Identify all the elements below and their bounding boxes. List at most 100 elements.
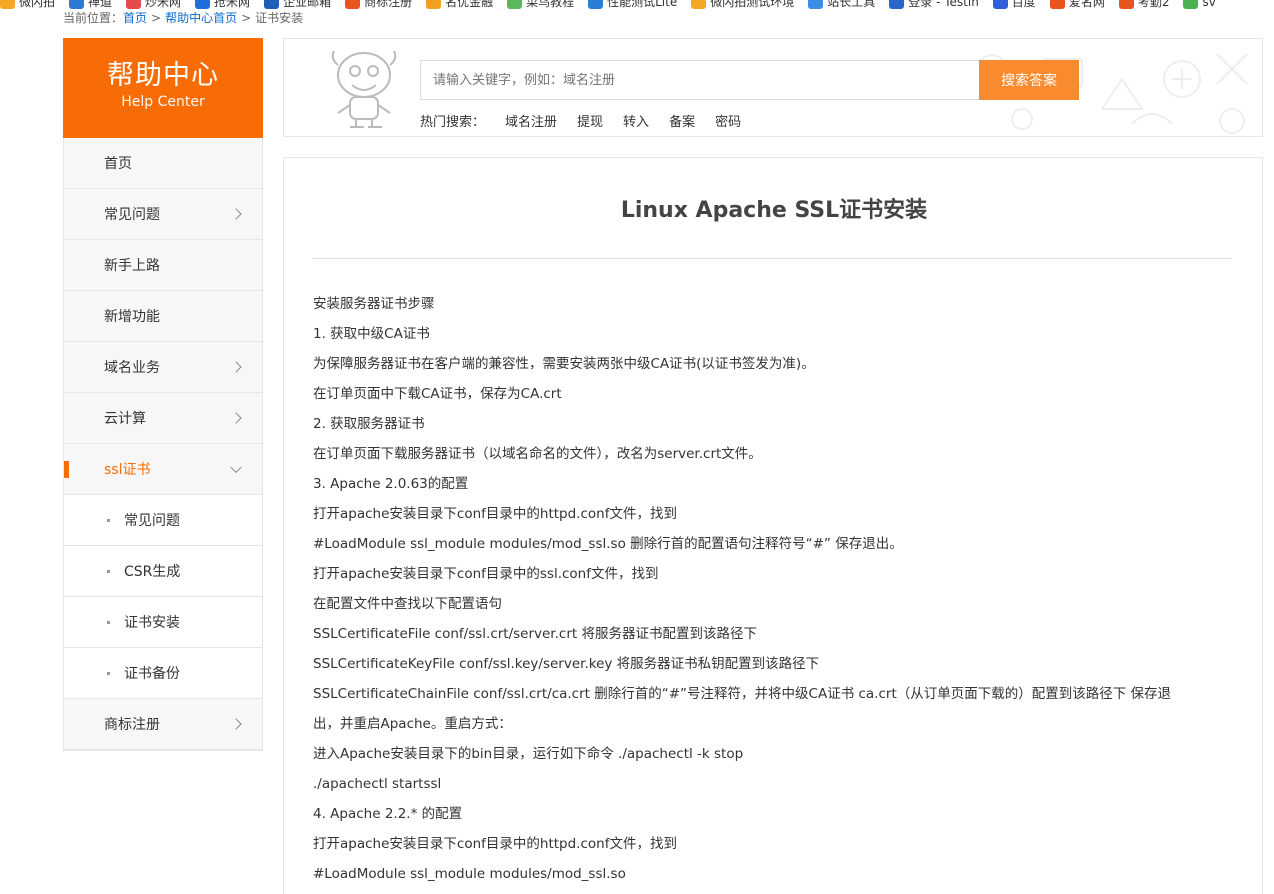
bullet-icon: [107, 570, 110, 573]
article-paragraph: 3. Apache 2.0.63的配置: [313, 476, 469, 492]
bookmark-label: 炒米网: [145, 0, 182, 9]
bookmark-label: 菜鸟教程: [526, 0, 575, 9]
sidebar-item-ssl[interactable]: ssl证书: [64, 444, 262, 495]
sidebar-item-faq[interactable]: 常见问题: [64, 189, 262, 240]
breadcrumb-home-link[interactable]: 首页: [123, 12, 147, 24]
sidebar-item-home[interactable]: 首页: [64, 138, 262, 189]
aiming-icon: [1049, 0, 1065, 9]
article-paragraph: 2. 获取服务器证书: [313, 416, 425, 432]
sidebar-subitem-faq[interactable]: 常见问题: [64, 495, 262, 546]
perf-icon: [588, 0, 604, 9]
bookmark-item[interactable]: 性能测试Lite: [588, 0, 677, 10]
sidebar-item-beginner[interactable]: 新手上路: [64, 240, 262, 291]
article-paragraph: 安装服务器证书步骤: [313, 296, 435, 312]
breadcrumb-prefix: 当前位置：: [63, 12, 124, 24]
bookmark-item[interactable]: 名优金融: [426, 0, 493, 10]
breadcrumb-help-link[interactable]: 帮助中心首页: [165, 12, 237, 24]
bookmark-label: 微闪拍测试环境: [710, 0, 795, 9]
sidebar-item-label: 常见问题: [104, 207, 160, 223]
sidebar-item-trademark[interactable]: 商标注册: [64, 699, 262, 750]
chandao-icon: [69, 0, 85, 9]
bookmark-label: 登录 - Testin: [908, 0, 979, 9]
help-center-header: 帮助中心 Help Center: [63, 38, 263, 138]
bookmarks-row: 微闪拍 禅道 炒米网 抢米网 企业邮箱 商标注册 名优金融 菜鸟教程 性能测试Lite 微闪拍测试…: [0, 0, 1230, 12]
sidebar-item-label: 首页: [104, 156, 132, 172]
sidebar-subitem-label: 证书安装: [124, 615, 180, 631]
chaomi-icon: [126, 0, 142, 9]
breadcrumb-separator: >: [241, 12, 252, 24]
article-paragraph: 1. 获取中级CA证书: [313, 326, 430, 342]
breadcrumb-current: 证书安装: [255, 12, 304, 24]
qiangmi-icon: [195, 0, 211, 9]
search-input[interactable]: [420, 60, 980, 100]
sidebar: 帮助中心 Help Center 首页 常见问题 新手上路 新增功能 域名业务 …: [63, 38, 263, 751]
sidebar-item-domain[interactable]: 域名业务: [64, 342, 262, 393]
bookmark-item[interactable]: 企业邮箱: [264, 0, 331, 10]
sidebar-item-new-features[interactable]: 新增功能: [64, 291, 262, 342]
chevron-right-icon: [230, 412, 242, 424]
hot-search-link[interactable]: 转入: [623, 111, 649, 130]
bookmark-item[interactable]: 考勤2: [1118, 0, 1170, 10]
sidebar-subitem-csr[interactable]: CSR生成: [64, 546, 262, 597]
sidebar-subitem-backup[interactable]: 证书备份: [64, 648, 262, 699]
weishanpai-icon: [691, 0, 707, 9]
testin-icon: [889, 0, 905, 9]
sidebar-item-label: 云计算: [104, 411, 146, 427]
title-divider: [313, 258, 1231, 259]
sidebar-subitem-install[interactable]: 证书安装: [64, 597, 262, 648]
bookmark-item[interactable]: 微闪拍: [0, 0, 55, 10]
hot-search-link[interactable]: 备案: [669, 111, 695, 130]
article-paragraph: 4. Apache 2.2.* 的配置: [313, 806, 463, 822]
bookmark-label: 商标注册: [364, 0, 413, 9]
sidebar-item-label: 域名业务: [104, 360, 160, 376]
sidebar-item-label: ssl证书: [104, 462, 151, 478]
sidebar-item-label: 商标注册: [104, 717, 160, 733]
sidebar-item-cloud[interactable]: 云计算: [64, 393, 262, 444]
hot-search-link[interactable]: 提现: [577, 111, 603, 130]
bookmark-item[interactable]: 站长工具: [808, 0, 875, 10]
sidebar-subitem-label: 证书备份: [124, 666, 180, 682]
article-panel: Linux Apache SSL证书安装 安装服务器证书步骤 1. 获取中级CA证…: [283, 157, 1263, 894]
article-paragraph: 打开apache安装目录下conf目录中的httpd.conf文件，找到: [313, 836, 677, 852]
article-paragraph: #LoadModule ssl_module modules/mod_ssl.s…: [313, 866, 626, 882]
sidebar-subitem-label: 常见问题: [124, 513, 180, 529]
search-button[interactable]: 搜索答案: [979, 60, 1079, 100]
article-paragraph: 为保障服务器证书在客户端的兼容性，需要安装两张中级CA证书(以证书签发为准)。: [313, 356, 815, 372]
hot-search-list: 热门搜索： 域名注册 提现 转入 备案 密码: [420, 111, 761, 130]
bookmark-item[interactable]: 炒米网: [126, 0, 181, 10]
bookmark-item[interactable]: 微闪拍测试环境: [691, 0, 794, 10]
article-title: Linux Apache SSL证书安装: [620, 198, 928, 223]
bookmark-item[interactable]: 登录 - Testin: [889, 0, 979, 10]
bookmark-item[interactable]: sv: [1183, 0, 1216, 9]
article-paragraph: 打开apache安装目录下conf目录中的httpd.conf文件，找到: [313, 506, 677, 522]
bookmark-item[interactable]: 商标注册: [345, 0, 412, 10]
bookmark-label: 名优金融: [445, 0, 494, 9]
bullet-icon: [107, 621, 110, 624]
bookmark-label: 考勤2: [1137, 0, 1170, 9]
article-paragraph: SSLCertificateChainFile conf/ssl.crt/ca.…: [313, 686, 1172, 702]
weishanpai-icon: [0, 0, 15, 9]
chrome-icon: [1183, 0, 1199, 9]
bookmark-item[interactable]: 百度: [992, 0, 1036, 10]
kaoqin-icon: [1118, 0, 1134, 9]
bullet-icon: [107, 672, 110, 675]
article-paragraph: 在订单页面中下载CA证书，保存为CA.crt: [313, 386, 562, 402]
bookmark-label: 性能测试Lite: [607, 0, 678, 9]
search-panel: 搜索答案 热门搜索： 域名注册 提现 转入 备案 密码: [283, 38, 1263, 137]
bookmark-item[interactable]: 抢米网: [195, 0, 250, 10]
bookmark-item[interactable]: 菜鸟教程: [507, 0, 574, 10]
bookmark-label: 百度: [1011, 0, 1036, 9]
bookmark-item[interactable]: 禅道: [69, 0, 112, 10]
bullet-icon: [107, 519, 110, 522]
chevron-down-icon: [230, 461, 242, 474]
article-paragraph: 在订单页面下载服务器证书（以域名命名的文件），改名为server.crt文件。: [313, 446, 762, 462]
hot-search-link[interactable]: 密码: [715, 111, 741, 130]
bookmark-label: sv: [1202, 0, 1216, 9]
bookmark-item[interactable]: 爱名网: [1049, 0, 1105, 10]
mail-icon: [264, 0, 280, 9]
mascot-icon: [331, 50, 397, 128]
article-paragraph: SSLCertificateKeyFile conf/ssl.key/serve…: [313, 656, 820, 672]
hot-search-link[interactable]: 域名注册: [505, 111, 557, 130]
sidebar-menu: 首页 常见问题 新手上路 新增功能 域名业务 云计算 ssl证书 常见问题 CS…: [63, 138, 263, 751]
help-center-title: 帮助中心: [107, 60, 219, 91]
